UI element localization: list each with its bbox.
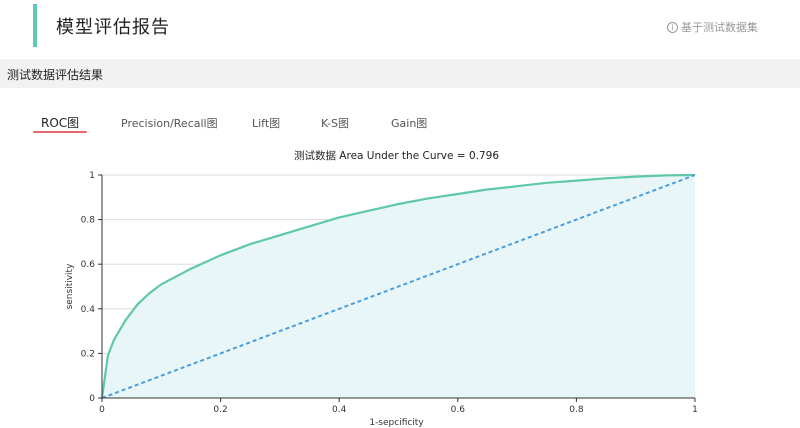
x-tick-label: 0.4: [332, 405, 347, 415]
y-tick-label: 0.8: [81, 216, 96, 226]
tab-roc[interactable]: ROC图: [41, 114, 79, 131]
x-tick-label: 0: [99, 405, 105, 415]
x-tick-label: 0.2: [213, 405, 227, 415]
dataset-note-text: 基于测试数据集: [681, 21, 758, 34]
y-axis-label: sensitivity: [65, 263, 75, 310]
active-tab-underline: [33, 131, 87, 133]
y-tick-label: 0.6: [81, 260, 96, 270]
x-tick-label: 0.6: [451, 405, 466, 415]
tab-precision-recall[interactable]: Precision/Recall图: [121, 115, 218, 131]
page-title: 模型评估报告: [56, 17, 170, 38]
section-bar: 测试数据评估结果: [0, 59, 800, 88]
dataset-note: i 基于测试数据集: [667, 19, 758, 35]
title-accent-bar: [33, 4, 37, 47]
section-title: 测试数据评估结果: [7, 68, 104, 82]
header: 模型评估报告 i 基于测试数据集: [0, 0, 800, 56]
roc-chart: 0 0.2 0.4 0.6 0.8 1 0 0.2 0.4 0.6 0.8 1 测试数据 Area U…: [0, 140, 800, 428]
x-axis-label: 1-sepcificity: [369, 418, 424, 428]
y-tick-label: 1: [89, 171, 95, 181]
tab-lift[interactable]: Lift图: [252, 115, 280, 131]
x-tick-label: 0.8: [569, 405, 584, 415]
roc-chart-svg: 0 0.2 0.4 0.6 0.8 1 0 0.2 0.4 0.6 0.8 1 测试数据 Area U…: [65, 149, 698, 428]
chart-title: 测试数据 Area Under the Curve = 0.796: [294, 149, 499, 162]
info-circle-icon: i: [667, 21, 678, 33]
y-tick-label: 0.2: [81, 349, 95, 359]
y-tick-label: 0: [89, 394, 95, 404]
chart-tabs: ROC图 Precision/Recall图 Lift图 K-S图 Gain图: [0, 112, 800, 136]
x-tick-label: 1: [692, 405, 698, 415]
tab-gain[interactable]: Gain图: [391, 115, 427, 131]
y-tick-label: 0.4: [81, 305, 96, 315]
tab-ks[interactable]: K-S图: [321, 115, 349, 131]
